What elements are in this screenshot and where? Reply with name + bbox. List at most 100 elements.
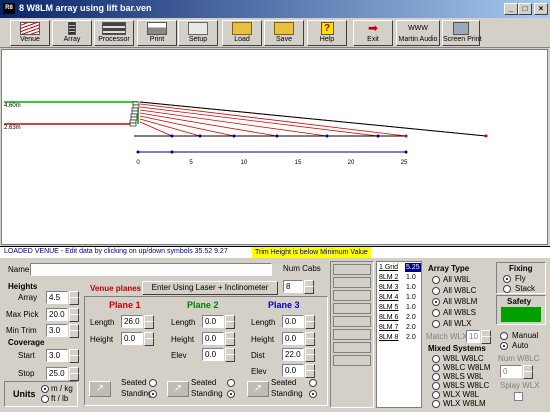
plane1-height-spinner[interactable] xyxy=(144,332,154,346)
mixed-system-radio[interactable] xyxy=(432,400,440,408)
plane3-standing-radio[interactable] xyxy=(309,390,317,398)
setup-button[interactable]: Setup xyxy=(178,20,218,46)
plane3-seated-radio[interactable] xyxy=(309,379,317,387)
cabinet-slot[interactable] xyxy=(333,277,371,288)
splay-wlx-checkbox[interactable] xyxy=(514,392,523,401)
plane2-standing-radio[interactable] xyxy=(227,390,235,398)
num-w8lc-spinner[interactable] xyxy=(523,365,533,379)
plane3-elev-input[interactable]: 0.0 xyxy=(282,364,304,377)
min-trim-input[interactable]: 3.0 xyxy=(46,324,68,337)
num-w8lc-input[interactable]: 0 xyxy=(500,365,522,378)
list-item[interactable]: 8LM 6 2.0 xyxy=(377,313,423,322)
plane3-arrow-icon[interactable]: ↗ xyxy=(247,381,269,397)
maximize-button[interactable]: □ xyxy=(518,3,532,15)
fly-radio[interactable] xyxy=(503,275,511,283)
plane1-standing-radio[interactable] xyxy=(149,390,157,398)
plane2-length-spinner[interactable] xyxy=(225,315,235,329)
list-item[interactable]: 1 Grid 5.25 xyxy=(377,263,423,272)
mixed-system-radio[interactable] xyxy=(432,391,440,399)
cabinet-slot[interactable] xyxy=(333,329,371,340)
plane3-dist-input[interactable]: 22.0 xyxy=(282,348,304,361)
manual-radio[interactable] xyxy=(500,332,508,340)
print-button[interactable]: Print xyxy=(137,20,177,46)
mixed-system-radio[interactable] xyxy=(432,355,440,363)
plane2-arrow-icon[interactable]: ↗ xyxy=(167,381,189,397)
stop-input[interactable]: 25.0 xyxy=(46,367,68,380)
plane1-height-input[interactable]: 0.0 xyxy=(121,332,143,345)
list-item[interactable]: 8LM 7 2.0 xyxy=(377,323,423,332)
laser-button[interactable]: Enter Using Laser + Inclinometer xyxy=(142,281,278,295)
name-input[interactable] xyxy=(30,263,272,276)
list-item[interactable]: 8LM 8 2.0 xyxy=(377,333,423,342)
minimize-button[interactable]: _ xyxy=(504,3,518,15)
min-trim-spinner[interactable] xyxy=(69,324,79,338)
array-height-spinner[interactable] xyxy=(69,291,79,305)
array-height-input[interactable]: 4.5 xyxy=(46,291,68,304)
cabinet-slot[interactable] xyxy=(333,303,371,314)
num-cabs-input[interactable]: 8 xyxy=(283,280,303,293)
match-wlx-input[interactable]: 10 xyxy=(466,330,480,343)
plane3-length-spinner[interactable] xyxy=(305,315,315,329)
venue-plot: 4.60m 2.63m 0 5 10 15 20 25 xyxy=(4,101,488,166)
plane2-elev-spinner[interactable] xyxy=(225,348,235,362)
units-imperial-radio[interactable] xyxy=(41,395,49,403)
max-pick-input[interactable]: 20.0 xyxy=(46,308,68,321)
close-button[interactable]: × xyxy=(534,3,548,15)
start-spinner[interactable] xyxy=(69,349,79,363)
exit-button[interactable]: ➡ Exit xyxy=(353,20,393,46)
screen-print-button[interactable]: Screen Print xyxy=(442,20,482,46)
stop-spinner[interactable] xyxy=(69,367,79,381)
auto-radio[interactable] xyxy=(500,342,508,350)
plane1-length-spinner[interactable] xyxy=(144,315,154,329)
cabinet-slot[interactable] xyxy=(333,316,371,327)
save-button[interactable]: Save xyxy=(264,20,304,46)
list-item[interactable]: 8LM 3 1.0 xyxy=(377,283,423,292)
processor-button[interactable]: Processor xyxy=(94,20,134,46)
axis-tick: 0 xyxy=(136,160,140,166)
cabinet-slot[interactable] xyxy=(333,342,371,353)
array-type-radio[interactable] xyxy=(432,276,440,284)
start-input[interactable]: 3.0 xyxy=(46,349,68,362)
list-item[interactable]: 8LM 5 1.0 xyxy=(377,303,423,312)
list-item[interactable]: 8LM 2 1.0 xyxy=(377,273,423,282)
units-metric-radio[interactable] xyxy=(41,385,49,393)
stack-radio[interactable] xyxy=(503,285,511,293)
mixed-system-radio[interactable] xyxy=(432,382,440,390)
cabinet-slot[interactable] xyxy=(333,290,371,301)
axis-tick: 20 xyxy=(348,160,355,166)
cabinet-slot[interactable] xyxy=(333,264,371,275)
match-wlx-spinner[interactable] xyxy=(481,330,491,344)
plane1-arrow-icon[interactable]: ↗ xyxy=(89,381,111,397)
app-icon: R8 xyxy=(3,3,15,14)
plane2-height-spinner[interactable] xyxy=(225,332,235,346)
plane2-elev-input[interactable]: 0.0 xyxy=(202,348,224,361)
help-button[interactable]: ? Help xyxy=(307,20,347,46)
plane3-height-input[interactable]: 0.0 xyxy=(282,332,304,345)
plane2-seated-radio[interactable] xyxy=(227,379,235,387)
martin-audio-button[interactable]: WWW Martin Audio xyxy=(396,20,440,46)
mixed-system-label: W8LC W8LM xyxy=(443,363,491,372)
mixed-system-radio[interactable] xyxy=(432,373,440,381)
plane3-height-spinner[interactable] xyxy=(305,332,315,346)
plane1-seated-radio[interactable] xyxy=(149,379,157,387)
plane2-height-input[interactable]: 0.0 xyxy=(202,332,224,345)
array-type-radio[interactable] xyxy=(432,287,440,295)
venue-button[interactable]: Venue xyxy=(10,20,50,46)
list-item[interactable]: 8LM 4 1.0 xyxy=(377,293,423,302)
plane1-length-input[interactable]: 26.0 xyxy=(121,315,143,328)
plane3-elev-spinner[interactable] xyxy=(305,364,315,378)
array-button[interactable]: Array xyxy=(52,20,92,46)
max-pick-spinner[interactable] xyxy=(69,308,79,322)
plane2-length-input[interactable]: 0.0 xyxy=(202,315,224,328)
load-button[interactable]: Load xyxy=(222,20,262,46)
array-type-radio[interactable] xyxy=(432,309,440,317)
toolbar: Venue Array Processor Print Setup Load S… xyxy=(0,18,550,48)
mixed-system-radio[interactable] xyxy=(432,364,440,372)
cabinet-slot[interactable] xyxy=(333,355,371,366)
venue-canvas[interactable]: 4.60m 2.63m 0 5 10 15 20 25 xyxy=(1,49,548,245)
num-cabs-spinner[interactable] xyxy=(304,280,314,294)
plane3-dist-spinner[interactable] xyxy=(305,348,315,362)
plane3-length-input[interactable]: 0.0 xyxy=(282,315,304,328)
array-type-radio[interactable] xyxy=(432,320,440,328)
array-type-radio[interactable] xyxy=(432,298,440,306)
